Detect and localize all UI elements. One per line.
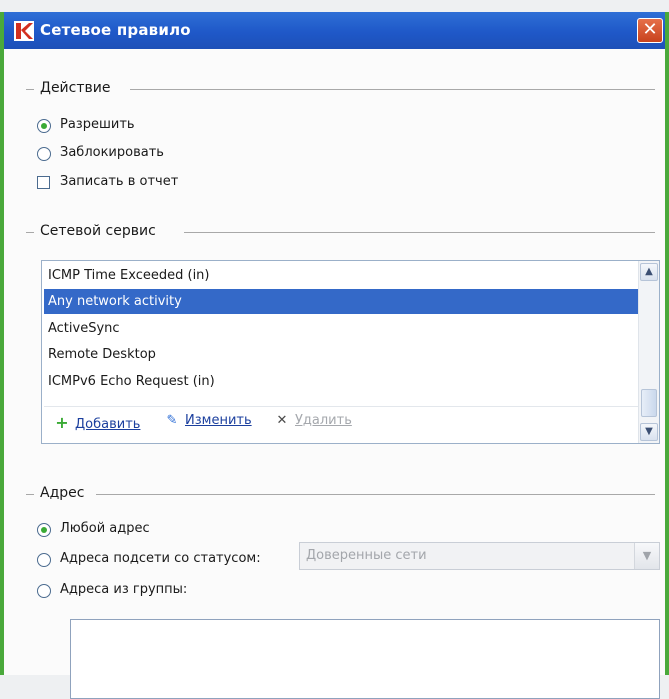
scroll-thumb[interactable]: [641, 389, 657, 417]
close-button[interactable]: ✕: [637, 18, 663, 43]
allow-radio[interactable]: [37, 119, 51, 133]
list-scrollbar[interactable]: ▲ ▼: [638, 261, 659, 443]
scroll-up-button[interactable]: ▲: [640, 263, 658, 281]
title-bar[interactable]: Сетевое правило ✕: [4, 12, 665, 49]
edit-service-button[interactable]: ✎ Изменить: [164, 413, 252, 431]
service-group-title: Сетевой сервис: [26, 223, 655, 241]
subnet-address-label[interactable]: Адреса подсети со статусом:: [60, 551, 261, 566]
dialog-window: Сетевое правило ✕ Действие Разрешить Заб…: [4, 12, 665, 699]
service-list[interactable]: ICMP Time Exceeded (in) Any network acti…: [41, 260, 660, 444]
group-address-radio[interactable]: [37, 584, 51, 598]
list-item-selected[interactable]: Any network activity: [44, 289, 638, 314]
block-label[interactable]: Заблокировать: [60, 145, 164, 160]
allow-label[interactable]: Разрешить: [60, 117, 135, 132]
window-frame: Сетевое правило ✕ Действие Разрешить Заб…: [0, 12, 669, 699]
chevron-down-icon: ▼: [645, 426, 653, 437]
group-address-label[interactable]: Адреса из группы:: [60, 582, 187, 597]
list-toolbar-divider: [44, 406, 640, 407]
plus-icon: +: [55, 413, 69, 432]
chevron-up-icon: ▲: [645, 266, 653, 277]
address-group-title: Адрес: [26, 485, 655, 503]
list-item[interactable]: Remote Desktop: [44, 342, 638, 367]
list-item[interactable]: ActiveSync: [44, 316, 638, 341]
pencil-icon: ✎: [166, 413, 178, 428]
address-group-label: Адрес: [40, 485, 89, 501]
subnet-address-radio[interactable]: [37, 553, 51, 567]
window-title: Сетевое правило: [40, 21, 191, 39]
log-checkbox[interactable]: [37, 176, 50, 189]
delete-label: Удалить: [295, 413, 352, 428]
x-icon: ✕: [276, 413, 288, 428]
service-group-label: Сетевой сервис: [40, 223, 160, 239]
scroll-down-button[interactable]: ▼: [640, 423, 658, 441]
add-label: Добавить: [75, 417, 141, 432]
subnet-status-select: Доверенные сети ▼: [299, 542, 660, 570]
list-item[interactable]: ICMP Time Exceeded (in): [44, 263, 638, 288]
close-icon: ✕: [642, 19, 658, 40]
list-item[interactable]: ICMPv6 Echo Request (in): [44, 369, 638, 394]
address-group-list[interactable]: [70, 619, 660, 699]
log-label[interactable]: Записать в отчет: [60, 174, 178, 189]
edit-label: Изменить: [185, 413, 252, 428]
add-service-button[interactable]: + Добавить: [54, 413, 141, 432]
any-address-label[interactable]: Любой адрес: [60, 521, 150, 536]
subnet-status-value: Доверенные сети: [306, 548, 427, 563]
any-address-radio[interactable]: [37, 523, 51, 537]
action-group-label: Действие: [40, 80, 115, 96]
chevron-down-icon: ▼: [634, 543, 659, 569]
app-logo-icon: [14, 21, 34, 41]
delete-service-button[interactable]: ✕ Удалить: [274, 413, 352, 431]
action-group-title: Действие: [26, 80, 655, 98]
block-radio[interactable]: [37, 147, 51, 161]
